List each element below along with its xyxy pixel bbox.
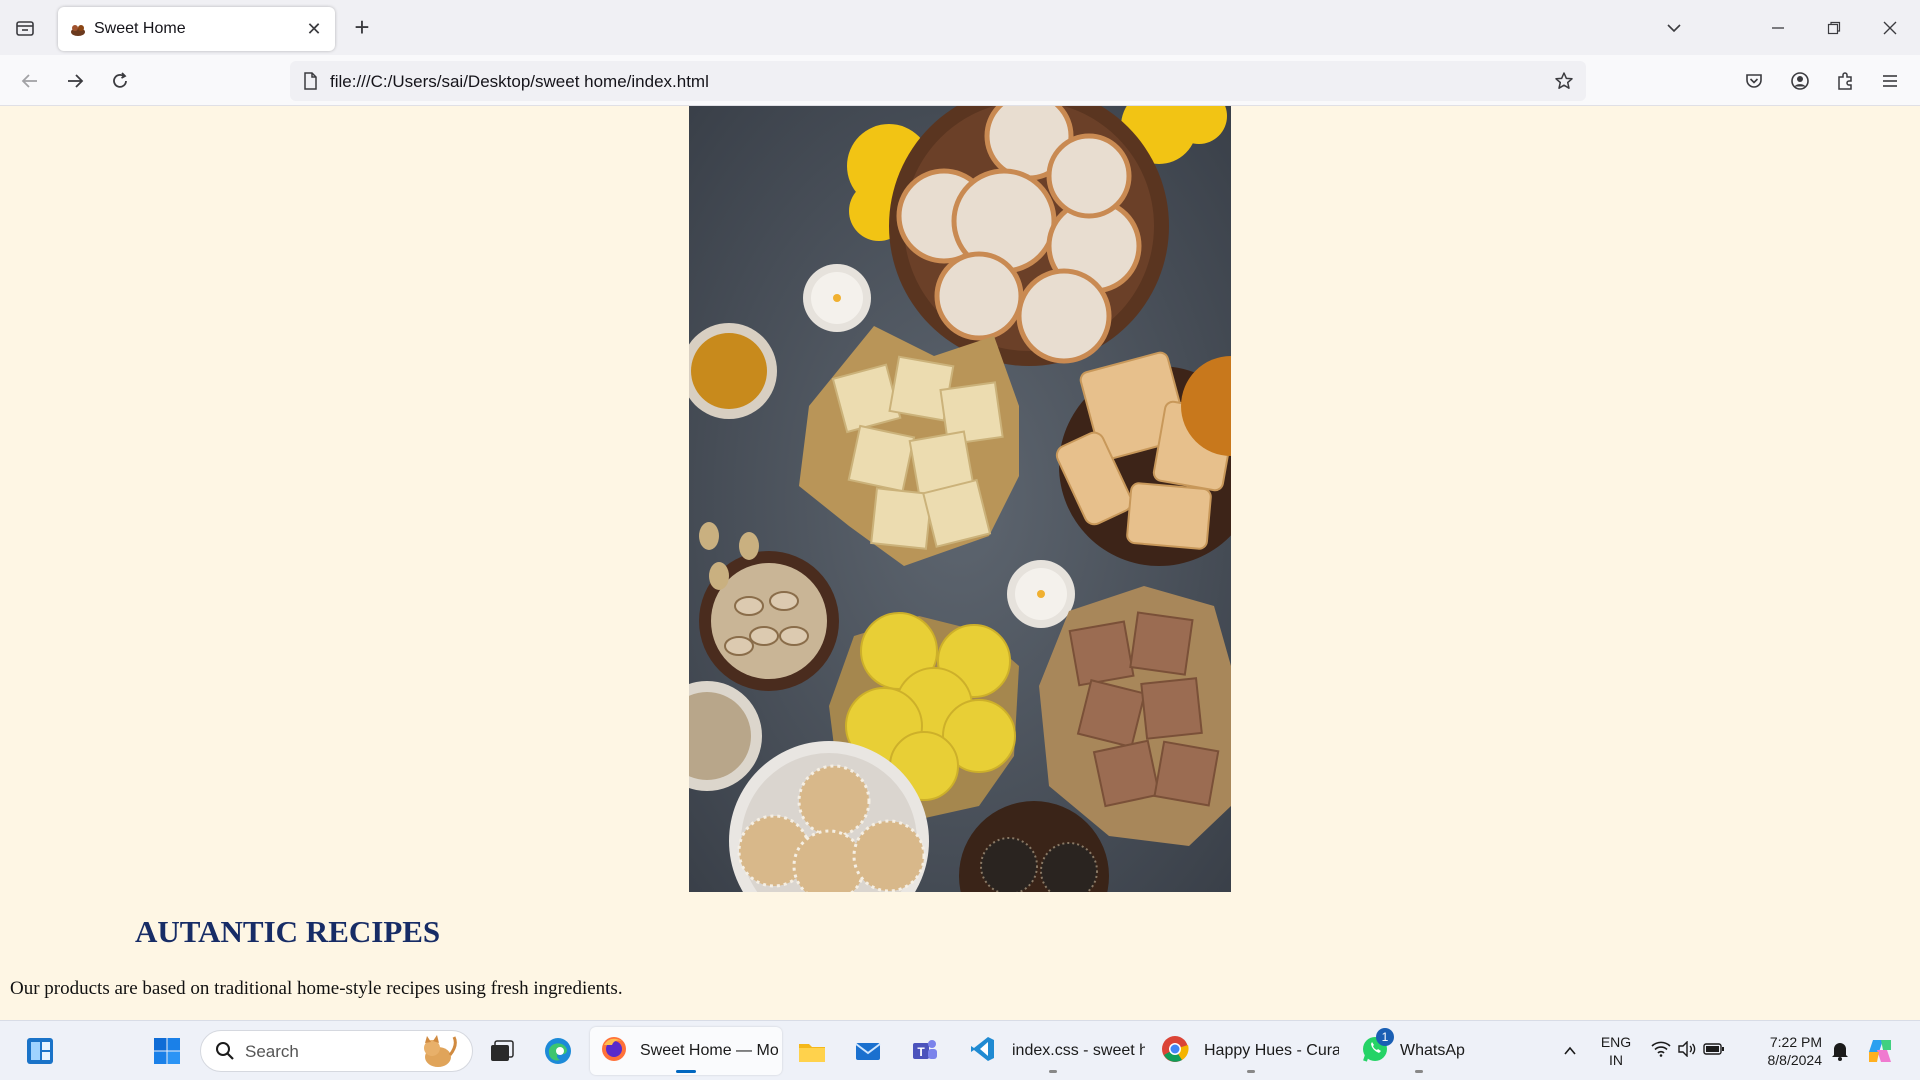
url-bar[interactable]: file:///C:/Users/sai/Desktop/sweet home/… [290, 61, 1586, 101]
sweets-favicon-icon [70, 21, 86, 37]
widgets-icon[interactable] [18, 1027, 62, 1075]
notification-bell-icon[interactable] [1826, 1027, 1854, 1075]
page-content: AUTANTIC RECIPES Our products are based … [0, 106, 1920, 1020]
file-explorer-icon[interactable] [790, 1027, 834, 1075]
page-icon [300, 71, 320, 91]
volume-icon [1677, 1039, 1697, 1062]
search-icon [215, 1041, 235, 1066]
page-paragraph: Our products are based on traditional ho… [10, 978, 623, 999]
running-indicator [1048, 1070, 1057, 1073]
taskbar-search[interactable]: Search [200, 1030, 473, 1072]
new-tab-icon[interactable]: + [348, 12, 376, 42]
tab-title: Sweet Home [94, 20, 186, 37]
battery-icon [1703, 1042, 1725, 1061]
windows-start-icon[interactable] [145, 1027, 189, 1075]
clock-date: 8/8/2024 [1767, 1052, 1823, 1068]
network-volume-battery[interactable] [1648, 1027, 1728, 1075]
extensions-icon[interactable] [1829, 65, 1861, 97]
page-heading: AUTANTIC RECIPES [135, 914, 441, 949]
navigation-toolbar: file:///C:/Users/sai/Desktop/sweet home/… [0, 55, 1920, 106]
svg-text:T: T [917, 1045, 925, 1059]
url-text[interactable]: file:///C:/Users/sai/Desktop/sweet home/… [330, 72, 709, 92]
mail-icon[interactable] [846, 1027, 890, 1075]
taskbar-vscode-label: index.css - sweet ho [1012, 1042, 1145, 1059]
firefox-view-icon[interactable] [10, 14, 40, 42]
tab-sweet-home[interactable]: Sweet Home ✕ [58, 7, 335, 51]
taskbar-vscode[interactable]: index.css - sweet ho [960, 1027, 1145, 1075]
bookmark-star-icon[interactable] [1552, 69, 1576, 93]
active-indicator [676, 1070, 696, 1073]
pocket-icon[interactable] [1738, 65, 1770, 97]
clock[interactable]: 7:22 PM 8/8/2024 [1746, 1027, 1823, 1075]
taskbar-chrome[interactable]: Happy Hues - Curat [1158, 1027, 1343, 1075]
close-tab-icon[interactable]: ✕ [303, 18, 325, 40]
show-hidden-icons-chevron-icon[interactable] [1556, 1027, 1584, 1075]
taskbar-chrome-label: Happy Hues - Curat [1204, 1042, 1339, 1059]
search-highlight-cat-icon [418, 1035, 458, 1074]
task-view-icon[interactable] [480, 1027, 524, 1075]
chrome-icon [1160, 1034, 1190, 1069]
windows-taskbar: Search Sweet Home — Mo: T index.css - sw… [0, 1020, 1920, 1080]
language-top: ENG [1600, 1034, 1632, 1050]
taskbar-whatsapp[interactable]: 1 WhatsAp| [1356, 1027, 1481, 1075]
wifi-icon [1651, 1041, 1671, 1062]
whatsapp-icon: 1 [1360, 1027, 1394, 1069]
language-indicator[interactable]: ENG IN [1592, 1027, 1640, 1075]
running-indicator [1414, 1070, 1423, 1073]
menu-icon[interactable] [1874, 65, 1906, 97]
teams-icon[interactable]: T [902, 1027, 946, 1075]
forward-arrow-icon[interactable] [59, 65, 91, 97]
account-icon[interactable] [1784, 65, 1816, 97]
restore-icon[interactable] [1816, 12, 1852, 44]
copilot-icon[interactable] [1862, 1027, 1898, 1075]
back-arrow-icon[interactable] [14, 65, 46, 97]
reload-icon[interactable] [104, 65, 136, 97]
firefox-icon [600, 1035, 628, 1068]
search-placeholder: Search [245, 1042, 299, 1061]
edge-icon[interactable] [536, 1027, 580, 1075]
tab-bar: Sweet Home ✕ + [0, 0, 1920, 55]
vscode-icon [968, 1035, 996, 1068]
list-all-tabs-icon[interactable] [1656, 12, 1692, 44]
running-indicator [1246, 1070, 1255, 1073]
minimize-icon[interactable] [1760, 12, 1796, 44]
close-window-icon[interactable] [1872, 12, 1908, 44]
taskbar-firefox[interactable]: Sweet Home — Mo: [590, 1027, 782, 1075]
taskbar-firefox-label: Sweet Home — Mo: [640, 1042, 778, 1059]
language-bottom: IN [1609, 1052, 1623, 1068]
taskbar-whatsapp-label: WhatsAp| [1400, 1042, 1466, 1059]
notification-badge: 1 [1376, 1027, 1394, 1046]
clock-time: 7:22 PM [1769, 1034, 1822, 1050]
sweets-platter-image [689, 106, 1231, 892]
